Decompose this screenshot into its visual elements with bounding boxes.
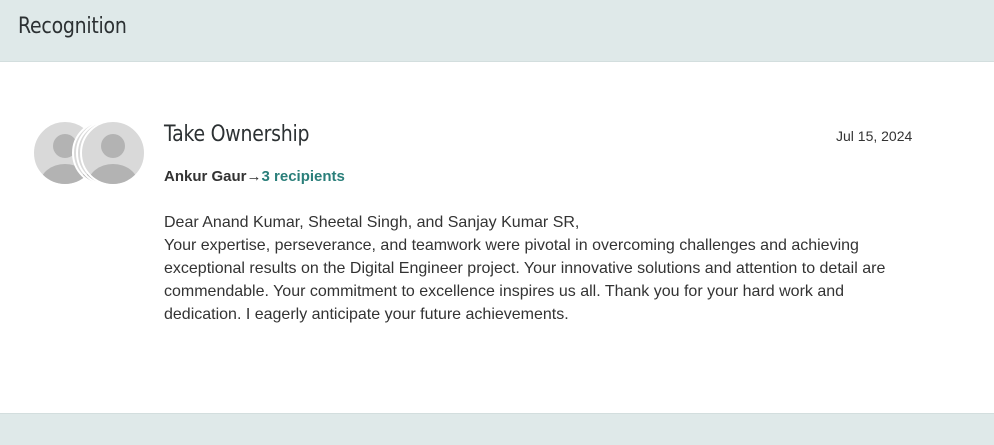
message-line: Your expertise, perseverance, and teamwo… — [164, 237, 859, 254]
page-title: Recognition — [18, 14, 127, 39]
message-line: dedication. I eagerly anticipate your fu… — [164, 306, 569, 323]
recognition-date: Jul 15, 2024 — [836, 128, 913, 144]
sender-name: Ankur Gaur — [164, 168, 247, 185]
recognition-byline: Ankur Gaur→3 recipients — [164, 168, 345, 185]
recognition-title: Take Ownership — [164, 122, 310, 147]
message-greeting: Dear Anand Kumar, Sheetal Singh, and San… — [164, 214, 580, 231]
avatar-stack — [32, 120, 152, 190]
person-avatar-icon — [88, 134, 138, 184]
page-header: Recognition — [0, 0, 994, 62]
recipients-link[interactable]: 3 recipients — [262, 168, 345, 185]
arrow-right-icon: → — [246, 168, 262, 185]
message-line: exceptional results on the Digital Engin… — [164, 260, 886, 277]
recognition-page: Recognition Take Ownership Jul 15, 2024 … — [0, 0, 994, 445]
recipient-avatar — [80, 120, 146, 186]
recognition-card: Take Ownership Jul 15, 2024 Ankur Gaur→3… — [0, 62, 994, 414]
recognition-message: Dear Anand Kumar, Sheetal Singh, and San… — [164, 211, 964, 326]
message-line: commendable. Your commitment to excellen… — [164, 283, 845, 300]
